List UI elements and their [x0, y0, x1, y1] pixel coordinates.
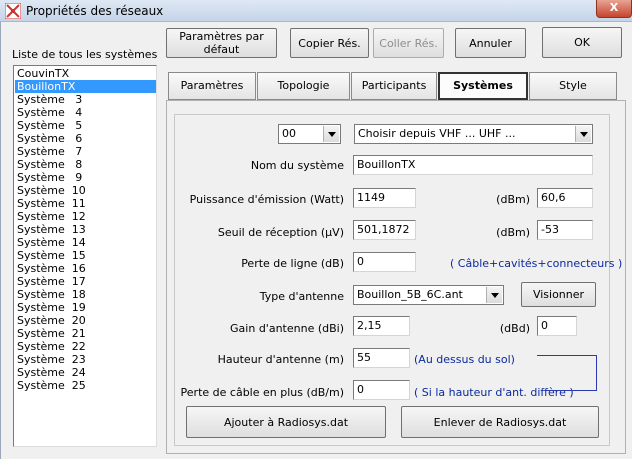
list-item[interactable]: Système 3 [15, 93, 156, 106]
chevron-down-icon [486, 287, 502, 303]
threshold-label: Seuil de réception (µV) [217, 226, 344, 239]
system-list[interactable]: CouvinTX BouillonTX Système 3 Système 4 Syst… [13, 65, 157, 447]
antenna-type-select[interactable]: Bouillon_5B_6C.ant [353, 285, 504, 305]
tab-style[interactable]: Style [529, 72, 617, 100]
list-item[interactable]: Système 21 [15, 327, 156, 340]
defaults-button[interactable]: Paramètres par défaut [166, 28, 277, 58]
list-item[interactable]: Système 24 [15, 366, 156, 379]
threshold-dbm-input[interactable]: -53 [537, 220, 593, 240]
system-number-value: 00 [282, 127, 296, 140]
list-item[interactable]: Système 25 [15, 379, 156, 392]
threshold-input[interactable]: 501,1872 [353, 220, 416, 240]
app-icon [5, 3, 21, 19]
tab-topologie[interactable]: Topologie [257, 72, 350, 100]
gain-dbd-input[interactable]: 0 [537, 316, 577, 336]
cable-loss-label: Perte de câble en plus (dB/m) [180, 386, 344, 399]
copy-network-button[interactable]: Copier Rés. [290, 28, 369, 58]
add-to-radiosys-button[interactable]: Ajouter à Radiosys.dat [186, 406, 386, 438]
antenna-height-label: Hauteur d'antenne (m) [217, 353, 344, 366]
list-item[interactable]: Système 12 [15, 210, 156, 223]
list-item[interactable]: Système 4 [15, 106, 156, 119]
bracket-line [537, 355, 597, 356]
list-item[interactable]: CouvinTX [15, 67, 156, 80]
power-dbm-label: (dBm) [496, 193, 530, 206]
line-loss-note: ( Câble+cavités+connecteurs ) [450, 257, 623, 270]
system-name-input[interactable]: BouillonTX [353, 155, 593, 175]
tab-participants[interactable]: Participants [351, 72, 437, 100]
antenna-height-note: (Au dessus du sol) [414, 353, 515, 366]
antenna-height-input[interactable]: 55 [353, 348, 410, 368]
list-item[interactable]: Système 5 [15, 119, 156, 132]
gain-dbd-label: (dBd) [499, 322, 530, 335]
antenna-gain-input[interactable]: 2,15 [353, 316, 410, 336]
chevron-down-icon [575, 126, 591, 142]
list-item[interactable]: Système 6 [15, 132, 156, 145]
antenna-type-value: Bouillon_5B_6C.ant [357, 288, 463, 301]
chevron-down-icon [323, 126, 339, 142]
preset-value: Choisir depuis VHF ... UHF ... [358, 127, 516, 140]
ok-button[interactable]: OK [542, 27, 622, 58]
line-loss-input[interactable]: 0 [353, 252, 416, 272]
cable-loss-note: ( Si la hauteur d'ant. diffère ) [414, 386, 574, 399]
view-antenna-button[interactable]: Visionner [521, 282, 596, 307]
list-item[interactable]: Système 9 [15, 171, 156, 184]
paste-network-button[interactable]: Coller Rés. [373, 28, 444, 58]
list-item[interactable]: Système 7 [15, 145, 156, 158]
tab-parametres[interactable]: Paramètres [168, 72, 256, 100]
list-item[interactable]: Système 13 [15, 223, 156, 236]
list-item[interactable]: Système 17 [15, 275, 156, 288]
system-name-label: Nom du système [250, 159, 344, 172]
line-loss-label: Perte de ligne (dB) [241, 257, 344, 270]
cancel-button[interactable]: Annuler [455, 28, 526, 58]
list-item[interactable]: Système 11 [15, 197, 156, 210]
tab-systemes[interactable]: Systèmes [438, 72, 528, 100]
cable-loss-input[interactable]: 0 [353, 380, 410, 400]
list-item[interactable]: Système 14 [15, 236, 156, 249]
list-item[interactable]: Système 8 [15, 158, 156, 171]
list-item[interactable]: Système 15 [15, 249, 156, 262]
list-item[interactable]: Système 19 [15, 301, 156, 314]
preset-select[interactable]: Choisir depuis VHF ... UHF ... [354, 124, 593, 144]
close-icon: X [609, 1, 619, 14]
system-number-select[interactable]: 00 [278, 124, 341, 144]
remove-from-radiosys-button[interactable]: Enlever de Radiosys.dat [401, 406, 599, 438]
list-item[interactable]: BouillonTX [15, 80, 156, 93]
list-item[interactable]: Système 23 [15, 353, 156, 366]
list-item[interactable]: Système 20 [15, 314, 156, 327]
antenna-type-label: Type d'antenne [259, 290, 344, 303]
list-item[interactable]: Système 16 [15, 262, 156, 275]
power-dbm-input[interactable]: 60,6 [537, 188, 593, 208]
list-item[interactable]: Système 10 [15, 184, 156, 197]
power-input[interactable]: 1149 [353, 188, 416, 208]
list-item[interactable]: Système 18 [15, 288, 156, 301]
bracket-line [546, 390, 597, 391]
close-button[interactable]: X [596, 0, 632, 18]
window-title: Propriétés des réseaux [26, 4, 164, 18]
system-list-label: Liste de tous les systèmes [12, 48, 158, 61]
power-label: Puissance d'émission (Watt) [189, 193, 344, 206]
threshold-dbm-label: (dBm) [496, 226, 530, 239]
antenna-gain-label: Gain d'antenne (dBi) [230, 322, 344, 335]
list-item[interactable]: Système 22 [15, 340, 156, 353]
bracket-line [596, 355, 597, 390]
